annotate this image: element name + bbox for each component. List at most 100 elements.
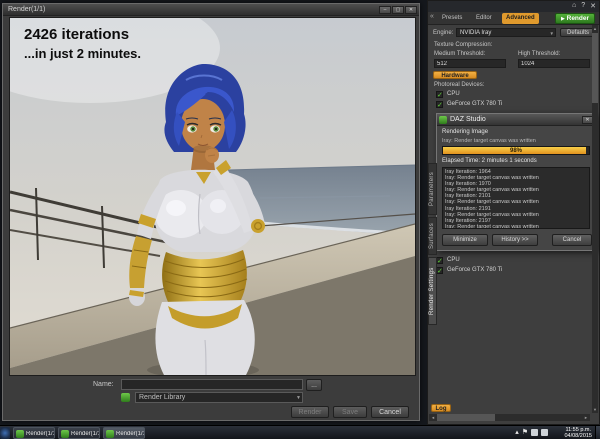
tray-up-icon[interactable]: ▴ xyxy=(515,428,519,436)
scroll-up-icon[interactable]: ▲ xyxy=(592,25,598,32)
tab-parameters[interactable]: Parameters xyxy=(428,163,437,215)
engine-label: Engine: xyxy=(433,30,454,36)
close-icon[interactable]: ✕ xyxy=(405,6,417,14)
device-label: CPU xyxy=(447,257,460,263)
dialog-title: DAZ Studio xyxy=(450,116,486,123)
tray-network-icon[interactable] xyxy=(531,428,538,436)
save-button[interactable]: Save xyxy=(333,406,367,418)
checkbox-checked-icon[interactable]: ✓ xyxy=(436,257,443,265)
overlay-line1: 2426 iterations xyxy=(24,26,130,43)
device-label: GeForce GTX 780 Ti xyxy=(447,267,503,273)
tray-volume-icon[interactable] xyxy=(541,428,548,436)
system-tray: ▴ ⚑ xyxy=(515,428,548,436)
render-button[interactable]: ▶ Render xyxy=(555,13,595,24)
browse-button[interactable]: ... xyxy=(306,379,322,391)
cancel-button[interactable]: Cancel xyxy=(371,406,409,418)
help-icon[interactable]: ? xyxy=(581,2,585,10)
progress-bar: 98% xyxy=(442,146,590,155)
overlay-caption: 2426 iterations ...in just 2 minutes. xyxy=(24,26,141,61)
daz-logo-icon xyxy=(439,116,447,124)
library-icon xyxy=(121,393,130,402)
vertical-scrollbar[interactable]: ▲ ▼ xyxy=(592,25,598,413)
tab-editor[interactable]: Editor xyxy=(472,13,496,24)
dialog-titlebar[interactable]: DAZ Studio ✕ xyxy=(437,114,595,126)
tab-advanced[interactable]: Advanced xyxy=(502,13,539,24)
taskbar-item-label: Render(1/1) xyxy=(71,431,99,437)
render-window-title: Render(1/1) xyxy=(8,6,46,13)
render-window-titlebar[interactable]: Render(1/1) – ▢ ✕ xyxy=(3,4,419,16)
library-row: Render Library ▼ xyxy=(3,392,419,403)
dialog-status-detail: Iray: Render target canvas was written xyxy=(442,138,536,144)
taskbar: Render(1/1) Render(1/1) Render(1/1) ▴ ⚑ … xyxy=(0,425,600,439)
chevron-down-icon: ▼ xyxy=(296,395,301,401)
horizontal-scrollbar[interactable]: ◄ ► xyxy=(429,414,590,421)
render-button[interactable]: Render xyxy=(291,406,329,418)
taskbar-clock[interactable]: 11:55 p.m. 04/08/2015 xyxy=(564,427,592,439)
render-window-buttons-row: Render Save Cancel xyxy=(3,406,419,418)
scrollbar-thumb[interactable] xyxy=(592,33,598,103)
device-label: CPU xyxy=(447,91,460,97)
tab-render-settings[interactable]: Render Settings xyxy=(428,257,437,325)
photoreal-devices-label: Photoreal Devices: xyxy=(434,82,485,88)
scrollbar-thumb[interactable] xyxy=(437,414,495,421)
high-threshold-input[interactable] xyxy=(518,59,590,68)
elapsed-time: Elapsed Time: 2 minutes 1 seconds xyxy=(442,158,537,164)
defaults-button[interactable]: Defaults xyxy=(560,28,596,37)
minimize-icon[interactable]: – xyxy=(379,6,391,14)
name-label: Name: xyxy=(93,381,114,388)
show-desktop-button[interactable] xyxy=(595,426,600,439)
name-row: Name: ... xyxy=(3,379,419,391)
scroll-down-icon[interactable]: ▼ xyxy=(592,406,598,413)
render-progress-dialog: DAZ Studio ✕ Rendering Image Iray: Rende… xyxy=(436,113,596,251)
window-buttons: – ▢ ✕ xyxy=(379,6,417,14)
device-label: GeForce GTX 780 Ti xyxy=(447,101,503,107)
desktop: Render(1/1) – ▢ ✕ 2426 iterations ...in … xyxy=(0,0,600,439)
minimize-button[interactable]: Minimize xyxy=(442,234,488,246)
progress-percent: 98% xyxy=(509,148,522,154)
taskbar-item-label: Render(1/1) xyxy=(26,431,54,437)
engine-value: NVIDIA Iray xyxy=(460,30,492,36)
high-threshold-label: High Threshold: xyxy=(518,51,561,57)
history-button[interactable]: History >> xyxy=(492,234,538,246)
chevron-down-icon: ▼ xyxy=(549,31,554,36)
taskbar-item-3[interactable]: Render(1/1) xyxy=(103,427,145,439)
daz-app-icon xyxy=(16,430,24,438)
hardware-section-label[interactable]: Hardware xyxy=(433,71,477,79)
texture-compression-title: Texture Compression: xyxy=(434,42,493,48)
render-image: 2426 iterations ...in just 2 minutes. xyxy=(9,17,416,376)
scroll-right-icon[interactable]: ► xyxy=(582,414,590,421)
library-value: Render Library xyxy=(139,394,186,401)
cancel-button[interactable]: Cancel xyxy=(552,234,592,246)
library-combo[interactable]: Render Library ▼ xyxy=(135,392,303,403)
close-icon[interactable]: ✕ xyxy=(590,2,596,10)
scroll-left-icon[interactable]: ◄ xyxy=(429,414,437,421)
taskbar-item-2[interactable]: Render(1/1) xyxy=(58,427,100,439)
start-button[interactable] xyxy=(0,427,10,439)
render-log-list[interactable]: Iray Iteration: 1964 Iray: Render target… xyxy=(442,167,590,229)
taskbar-item-label: Render(1/1) xyxy=(116,431,144,437)
render-window: Render(1/1) – ▢ ✕ 2426 iterations ...in … xyxy=(2,3,420,421)
checkbox-checked-icon[interactable]: ✓ xyxy=(436,101,443,109)
overlay-line2: ...in just 2 minutes. xyxy=(24,46,142,61)
medium-threshold-input[interactable] xyxy=(434,59,506,68)
home-icon[interactable]: ⌂ xyxy=(572,2,576,10)
checkbox-checked-icon[interactable]: ✓ xyxy=(436,267,443,275)
medium-threshold-label: Medium Threshold: xyxy=(434,51,486,57)
play-icon: ▶ xyxy=(560,16,565,22)
log-line: Iray: Render target canvas was written xyxy=(445,223,539,229)
render-scene xyxy=(10,18,415,375)
collapse-icon[interactable]: « xyxy=(430,13,434,20)
render-settings-pane: ⌂ ? ✕ « Presets Editor Advanced ▶ Render… xyxy=(427,0,600,425)
taskbar-item-1[interactable]: Render(1/1) xyxy=(13,427,55,439)
daz-app-icon xyxy=(106,430,114,438)
name-input[interactable] xyxy=(121,379,303,390)
checkbox-checked-icon[interactable]: ✓ xyxy=(436,91,443,99)
maximize-icon[interactable]: ▢ xyxy=(392,6,404,14)
tab-presets[interactable]: Presets xyxy=(438,13,466,24)
pane-header: ⌂ ? ✕ xyxy=(428,1,599,12)
tray-flag-icon[interactable]: ⚑ xyxy=(522,428,528,436)
tab-surfaces[interactable]: Surfaces xyxy=(428,217,437,255)
log-button[interactable]: Log xyxy=(431,404,451,412)
engine-combo[interactable]: NVIDIA Iray ▼ xyxy=(456,28,556,37)
daz-app-icon xyxy=(61,430,69,438)
